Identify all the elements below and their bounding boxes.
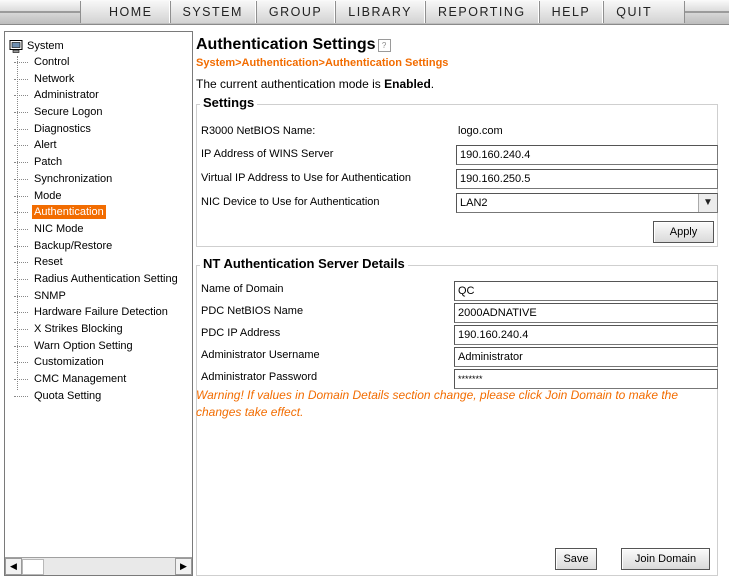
sidebar: System Control Network Administrator Sec… [4, 31, 193, 576]
netbios-row: R3000 NetBIOS Name: logo.com [197, 121, 717, 143]
auth-mode-value: Enabled [384, 77, 431, 91]
virtual-ip-input[interactable]: 190.160.250.5 [456, 169, 718, 189]
nav-group[interactable]: GROUP [255, 1, 336, 23]
sidebar-list: Control Network Administrator Secure Log… [9, 54, 180, 404]
pdc-ip-label: PDC IP Address [201, 327, 281, 339]
apply-button[interactable]: Apply [653, 221, 714, 243]
sidebar-item-patch[interactable]: Patch [9, 154, 180, 171]
domain-warning: Warning! If values in Domain Details sec… [196, 388, 679, 419]
sidebar-item-secure-logon[interactable]: Secure Logon [9, 104, 180, 121]
vip-label: Virtual IP Address to Use for Authentica… [201, 172, 411, 184]
admin-password-input[interactable]: ******* [454, 369, 718, 389]
sidebar-horizontal-scrollbar[interactable]: ◀ ▶ [5, 557, 192, 575]
sidebar-item-quota-setting[interactable]: Quota Setting [9, 388, 180, 405]
admin-pass-row: Administrator Password ******* [197, 367, 718, 389]
nic-label: NIC Device to Use for Authentication [201, 196, 380, 208]
sidebar-item-reset[interactable]: Reset [9, 254, 180, 271]
auth-mode-status: The current authentication mode is Enabl… [196, 77, 434, 91]
pdc-ip-input[interactable]: 190.160.240.4 [454, 325, 718, 345]
nav-quit[interactable]: QUIT [603, 1, 686, 23]
pdc-ip-row: PDC IP Address 190.160.240.4 [197, 323, 718, 345]
wins-row: IP Address of WINS Server 190.160.240.4 [197, 144, 718, 166]
nav-rail-left [0, 11, 80, 13]
main-content: Authentication Settings ? System>Authent… [196, 36, 726, 576]
pdc-netbios-row: PDC NetBIOS Name 2000ADNATIVE [197, 301, 718, 323]
sidebar-item-network[interactable]: Network [9, 71, 180, 88]
domain-row: Name of Domain QC [197, 279, 718, 301]
chevron-down-icon[interactable]: ▼ [698, 194, 717, 212]
nav-help[interactable]: HELP [538, 1, 604, 23]
main-menu: HOME SYSTEM GROUP LIBRARY REPORTING HELP… [80, 0, 686, 24]
scroll-right-icon[interactable]: ▶ [175, 558, 192, 575]
vip-row: Virtual IP Address to Use for Authentica… [197, 168, 718, 190]
nav-system[interactable]: SYSTEM [169, 1, 256, 23]
sidebar-item-backup-restore[interactable]: Backup/Restore [9, 238, 180, 255]
sidebar-item-synchronization[interactable]: Synchronization [9, 171, 180, 188]
sidebar-item-hardware-failure[interactable]: Hardware Failure Detection [9, 304, 180, 321]
admin-pass-label: Administrator Password [201, 371, 318, 383]
sidebar-item-administrator[interactable]: Administrator [9, 87, 180, 104]
page-title-text: Authentication Settings [196, 36, 376, 53]
sidebar-item-cmc-management[interactable]: CMC Management [9, 371, 180, 388]
sidebar-item-x-strikes[interactable]: X Strikes Blocking [9, 321, 180, 338]
wins-label: IP Address of WINS Server [201, 148, 334, 160]
sidebar-item-nic-mode[interactable]: NIC Mode [9, 221, 180, 238]
sidebar-item-radius-authentication[interactable]: Radius Authentication Setting [9, 271, 180, 288]
netbios-label: R3000 NetBIOS Name: [201, 125, 316, 137]
top-nav-bar: HOME SYSTEM GROUP LIBRARY REPORTING HELP… [0, 0, 729, 25]
help-icon[interactable]: ? [377, 38, 391, 52]
join-domain-button[interactable]: Join Domain [621, 548, 710, 570]
admin-username-input[interactable]: Administrator [454, 347, 718, 367]
nt-legend: NT Authentication Server Details [200, 256, 408, 271]
sidebar-tree: System Control Network Administrator Sec… [9, 38, 180, 404]
admin-user-row: Administrator Username Administrator [197, 345, 718, 367]
sidebar-item-customization[interactable]: Customization [9, 354, 180, 371]
auth-mode-suffix: . [430, 77, 435, 91]
sidebar-item-control[interactable]: Control [9, 54, 180, 71]
admin-user-label: Administrator Username [201, 349, 320, 361]
settings-fieldset: Settings R3000 NetBIOS Name: logo.com IP… [196, 95, 718, 247]
scroll-thumb[interactable] [22, 559, 44, 575]
auth-mode-prefix: The current authentication mode is [196, 77, 385, 91]
tree-root-system[interactable]: System [9, 38, 180, 54]
monitor-icon [9, 40, 23, 53]
sidebar-item-snmp[interactable]: SNMP [9, 288, 180, 305]
pdc-netbios-label: PDC NetBIOS Name [201, 305, 304, 317]
nic-device-value: LAN2 [460, 197, 488, 209]
settings-legend: Settings [200, 95, 258, 110]
nic-device-select[interactable]: LAN2 ▼ [456, 193, 718, 213]
sidebar-item-diagnostics[interactable]: Diagnostics [9, 121, 180, 138]
scroll-left-icon[interactable]: ◀ [5, 558, 22, 575]
page-title: Authentication Settings ? [196, 36, 391, 54]
pdc-netbios-input[interactable]: 2000ADNATIVE [454, 303, 718, 323]
wins-server-input[interactable]: 190.160.240.4 [456, 145, 718, 165]
tree-root-label: System [27, 40, 64, 52]
nav-reporting[interactable]: REPORTING [425, 1, 539, 23]
sidebar-item-warn-option[interactable]: Warn Option Setting [9, 338, 180, 355]
save-button[interactable]: Save [555, 548, 597, 570]
sidebar-item-authentication[interactable]: Authentication [9, 204, 180, 221]
nav-library[interactable]: LIBRARY [335, 1, 426, 23]
domain-name-input[interactable]: QC [454, 281, 718, 301]
sidebar-item-mode[interactable]: Mode [9, 188, 180, 205]
nav-home[interactable]: HOME [80, 1, 170, 23]
sidebar-item-alert[interactable]: Alert [9, 137, 180, 154]
nic-row: NIC Device to Use for Authentication LAN… [197, 192, 718, 214]
breadcrumb: System>Authentication>Authentication Set… [196, 57, 449, 69]
netbios-value: logo.com [458, 125, 503, 137]
domain-label: Name of Domain [201, 283, 284, 295]
